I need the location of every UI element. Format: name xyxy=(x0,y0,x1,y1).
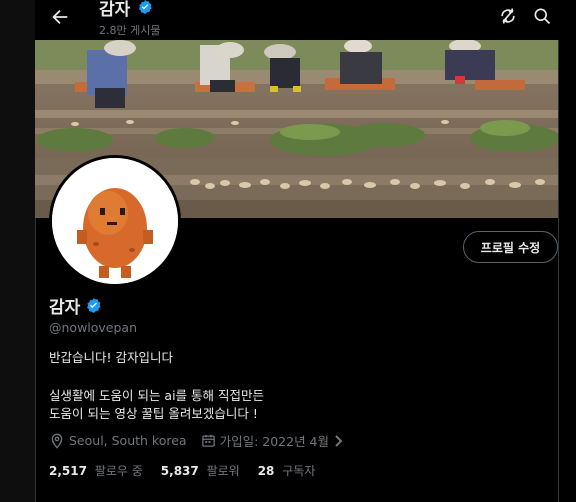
profile-name: 감자 xyxy=(49,298,81,318)
location-text: Seoul, South korea xyxy=(69,433,187,448)
subscribers-link[interactable]: 28 구독자 xyxy=(258,462,316,479)
followers-count: 5,837 xyxy=(160,464,199,478)
following-label: 팔로우 중 xyxy=(94,464,143,478)
chevron-right-icon[interactable] xyxy=(333,434,345,448)
follow-stats: 2,517 팔로우 중 5,837 팔로워 28 구독자 xyxy=(49,462,315,479)
subscribers-label: 구독자 xyxy=(282,464,316,478)
post-count: 2.8만 게시물 xyxy=(99,24,161,37)
followers-label: 팔로워 xyxy=(206,464,240,478)
profile-meta: Seoul, South korea 가입일: 2022년 4월 xyxy=(49,431,345,450)
search-icon[interactable] xyxy=(532,6,552,26)
right-divider xyxy=(558,40,576,502)
followers-link[interactable]: 5,837 팔로워 xyxy=(161,462,240,479)
verified-badge-icon[interactable] xyxy=(85,297,102,314)
following-link[interactable]: 2,517 팔로우 중 xyxy=(49,462,143,479)
avatar[interactable] xyxy=(49,155,181,287)
profile-page: 감자 2.8만 게시물 프로필 수정 감자 @nowlovepan 반갑습니다!… xyxy=(0,0,576,502)
bio-line: 도움이 되는 영상 꿀팁 올려보겠습니다 ! xyxy=(49,406,258,421)
top-bar: 감자 2.8만 게시물 xyxy=(35,0,576,40)
verified-badge-icon xyxy=(137,0,153,15)
profile-handle: @nowlovepan xyxy=(49,320,138,335)
arrow-left-icon[interactable] xyxy=(49,6,71,28)
location-pin-icon xyxy=(49,433,65,449)
sync-icon[interactable] xyxy=(498,6,518,26)
joined-text: 가입일: 2022년 4월 xyxy=(219,434,330,449)
calendar-icon xyxy=(201,433,216,448)
subscribers-count: 28 xyxy=(257,464,275,478)
left-sidebar-strip xyxy=(0,0,36,502)
page-title: 감자 xyxy=(99,0,131,20)
bio-line: 실생활에 도움이 되는 ai를 통해 직접만든 xyxy=(49,388,265,403)
following-count: 2,517 xyxy=(49,464,87,478)
edit-profile-button[interactable]: 프로필 수정 xyxy=(463,231,558,263)
bio-line: 반갑습니다! 감자입니다 xyxy=(49,350,173,365)
